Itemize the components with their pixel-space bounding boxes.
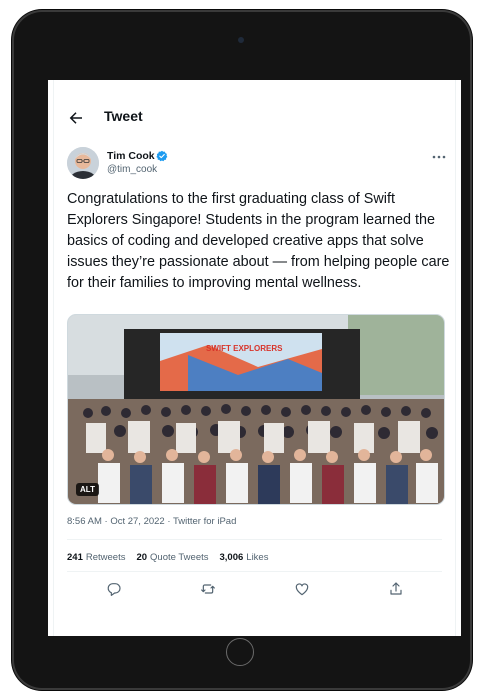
tweet-actions xyxy=(54,581,455,601)
tweet-stats: 241 Retweets 20 Quote Tweets 3,006 Likes xyxy=(67,552,268,563)
page-title: Tweet xyxy=(104,108,143,124)
quote-tweets-label: Quote Tweets xyxy=(150,552,209,563)
tweet-time[interactable]: 8:56 AM xyxy=(67,516,102,527)
tweet-photo[interactable]: SWIFT EXPLORERS ALT xyxy=(67,314,445,505)
tweet-source[interactable]: Twitter for iPad xyxy=(173,516,236,527)
tweet-date[interactable]: Oct 27, 2022 xyxy=(110,516,164,527)
quote-tweets-stat[interactable]: 20 Quote Tweets xyxy=(136,552,208,563)
quote-tweets-count: 20 xyxy=(136,552,148,563)
ipad-frame: Tweet Tim Cook @tim_cook Congratulations… xyxy=(12,10,472,690)
screen: Tweet Tim Cook @tim_cook Congratulations… xyxy=(48,80,461,636)
front-camera xyxy=(238,37,244,43)
reply-icon[interactable] xyxy=(106,581,122,597)
author-handle[interactable]: @tim_cook xyxy=(107,164,157,175)
meta-separator: · xyxy=(164,516,173,527)
heart-icon[interactable] xyxy=(294,581,310,597)
alt-text-badge[interactable]: ALT xyxy=(76,483,99,496)
author-name[interactable]: Tim Cook xyxy=(107,150,155,162)
group-photo: SWIFT EXPLORERS xyxy=(68,315,444,504)
arrow-left-icon[interactable] xyxy=(67,109,85,127)
likes-count: 3,006 xyxy=(219,552,244,563)
verified-badge-icon xyxy=(156,150,168,162)
divider xyxy=(67,571,442,572)
tweet-timestamp: 8:56 AM · Oct 27, 2022 · Twitter for iPa… xyxy=(67,516,236,527)
retweets-label: Retweets xyxy=(85,552,126,563)
tweet-detail-column: Tweet Tim Cook @tim_cook Congratulations… xyxy=(53,80,456,636)
avatar[interactable] xyxy=(67,147,99,179)
retweets-count: 241 xyxy=(67,552,83,563)
share-icon[interactable] xyxy=(388,581,404,597)
likes-stat[interactable]: 3,006 Likes xyxy=(220,552,269,563)
banner-text: SWIFT EXPLORERS xyxy=(206,344,283,353)
retweet-icon[interactable] xyxy=(200,581,216,597)
more-horizontal-icon[interactable] xyxy=(432,154,446,160)
divider xyxy=(67,539,442,540)
tweet-header: Tweet xyxy=(54,104,455,134)
likes-label: Likes xyxy=(246,552,269,563)
retweets-stat[interactable]: 241 Retweets xyxy=(67,552,125,563)
home-button[interactable] xyxy=(226,638,254,666)
tweet-text: Congratulations to the first graduating … xyxy=(67,191,450,291)
